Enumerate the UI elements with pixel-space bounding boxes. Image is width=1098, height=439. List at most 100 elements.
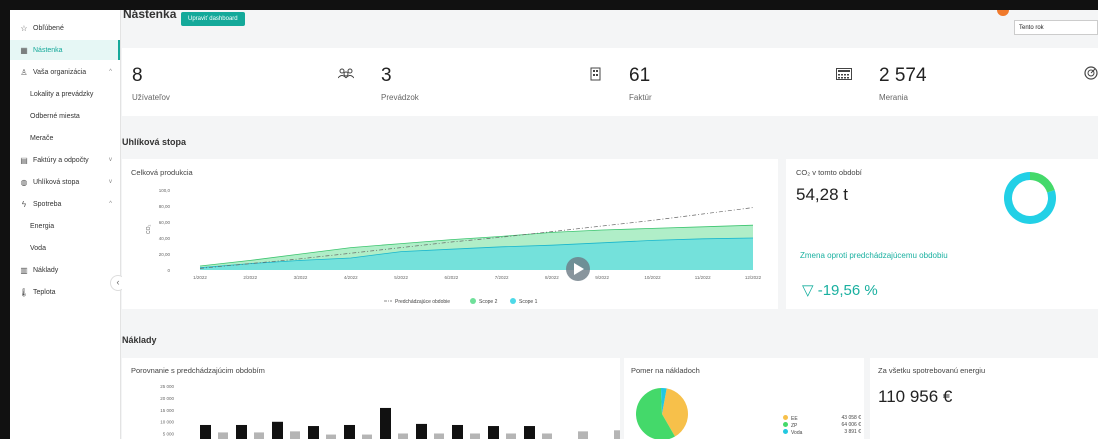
dashboard-icon: ▦ xyxy=(20,45,28,55)
sidebar-item-favorites[interactable]: ☆ Obľúbené xyxy=(10,18,120,38)
x-tick-label: 7/2022 xyxy=(495,275,509,280)
legend-swatch xyxy=(783,422,788,427)
sidebar-item-meters[interactable]: Merače xyxy=(10,128,120,148)
organization-icon: ♙ xyxy=(20,67,28,77)
user-avatar[interactable] xyxy=(997,10,1009,16)
y-tick-label: 80,00 xyxy=(159,204,171,209)
x-tick-label: 5/2022 xyxy=(394,275,408,280)
legend-prev-label: Predchádzajúce obdobie xyxy=(395,299,450,305)
y-tick-label: 5 000 xyxy=(163,432,175,437)
y-tick-label: 10 000 xyxy=(160,420,174,425)
sidebar-item-carbon[interactable]: ◍ Uhlíková stopa v xyxy=(10,172,120,192)
x-tick-label: 4/2022 xyxy=(344,275,358,280)
sidebar-item-energy[interactable]: Energia xyxy=(10,216,120,236)
legend-swatch xyxy=(783,429,788,434)
chevron-up-icon: ^ xyxy=(109,201,112,207)
edit-dashboard-button[interactable]: Upraviť dashboard xyxy=(181,12,245,26)
co2-change-value: ▽ -19,56 % xyxy=(802,282,878,299)
ratio-title: Pomer na nákladoch xyxy=(631,366,700,375)
sidebar-item-consumption[interactable]: ϟ Spotreba ^ xyxy=(10,194,120,214)
kpi-users-label: Užívateľov xyxy=(132,93,170,102)
kpi-invoices-label: Faktúr xyxy=(629,93,652,102)
x-tick-label: 9/2022 xyxy=(595,275,609,280)
bar-current xyxy=(236,424,247,439)
y-tick-label: 25 000 xyxy=(160,384,174,389)
bar-previous xyxy=(218,432,228,439)
bar-previous xyxy=(542,433,552,439)
bar-previous xyxy=(326,434,336,439)
x-tick-label: 6/2022 xyxy=(444,275,458,280)
ratio-pie-chart xyxy=(636,388,688,439)
x-tick-label: 2/2022 xyxy=(243,275,257,280)
bar-previous xyxy=(470,433,480,439)
sidebar-item-organization[interactable]: ♙ Vaša organizácia ^ xyxy=(10,62,120,82)
co2-donut-chart xyxy=(1004,172,1056,224)
sidebar-item-dashboard[interactable]: ▦ Nástenka xyxy=(10,40,120,60)
star-icon: ☆ xyxy=(20,23,28,33)
bar-previous xyxy=(578,431,588,439)
bar-previous xyxy=(254,432,264,439)
gauge-icon xyxy=(1084,66,1098,83)
building-icon xyxy=(590,67,601,84)
x-tick-label: 1/2022 xyxy=(193,275,207,280)
page-title: Nástenka xyxy=(123,10,177,21)
chevron-down-icon: v xyxy=(109,157,112,163)
bar-current xyxy=(452,424,463,439)
legend-value: 64 006 € xyxy=(841,422,861,428)
legend-value: 3 891 € xyxy=(844,429,861,435)
period-select[interactable]: Tento rok xyxy=(1014,20,1098,35)
sidebar-item-temperature[interactable]: 🌡︎ Teplota xyxy=(10,282,120,302)
x-tick-label: 3/2022 xyxy=(294,275,308,280)
bar-current xyxy=(344,424,355,439)
bar-current xyxy=(380,407,391,439)
co2-title: CO₂ v tomto období xyxy=(796,168,862,177)
total-value: 110 956 € xyxy=(878,387,953,406)
ratio-legend-item: ZP 64 006 € xyxy=(783,422,861,429)
co2-donut-slice xyxy=(1030,172,1055,193)
bar-previous xyxy=(506,433,516,439)
bar-previous xyxy=(398,433,408,439)
bar-current xyxy=(200,424,211,439)
x-tick-label: 8/2022 xyxy=(545,275,559,280)
app-frame: ☆ Obľúbené ▦ Nástenka ♙ Vaša organizácia ^ L… xyxy=(10,10,1098,439)
y-tick-label: 100,0 xyxy=(159,188,171,193)
bar-current xyxy=(524,426,535,439)
y-tick-label: 60,00 xyxy=(159,220,171,225)
total-title: Za všetku spotrebovanú energiu xyxy=(878,366,986,375)
carbon-section-title: Uhlíková stopa xyxy=(122,137,187,147)
carbon-chart-title: Celková produkcia xyxy=(131,168,193,177)
bar-previous xyxy=(362,434,372,439)
x-tick-label: 12/2022 xyxy=(745,275,762,280)
legend-value: 43 058 € xyxy=(841,415,861,421)
legend-label: Voda xyxy=(791,430,803,436)
chevron-down-icon: v xyxy=(109,179,112,185)
y-tick-label: 40,00 xyxy=(159,236,171,241)
sidebar-item-invoices[interactable]: ▤ Faktúry a odpočty v xyxy=(10,150,120,170)
sidebar-item-supply-points[interactable]: Odberné miesta xyxy=(10,106,120,126)
sidebar-item-water[interactable]: Voda xyxy=(10,238,120,258)
legend-scope1-swatch xyxy=(510,298,516,304)
kpi-invoices-value: 61 xyxy=(629,65,651,86)
chevron-left-icon: ‹ xyxy=(116,277,120,287)
bar-previous xyxy=(614,430,620,439)
y-tick-label: 20 000 xyxy=(160,396,174,401)
bar-current xyxy=(488,426,499,439)
x-tick-label: 11/2022 xyxy=(695,275,711,280)
sidebar: ☆ Obľúbené ▦ Nástenka ♙ Vaša organizácia ^ L… xyxy=(10,10,126,439)
kpi-sites-value: 3 xyxy=(381,65,392,86)
bar-current xyxy=(308,426,319,439)
bolt-icon: ϟ xyxy=(21,199,27,209)
bar-current xyxy=(272,421,283,439)
costs-section-title: Náklady xyxy=(122,335,157,345)
y-tick-label: 20,00 xyxy=(159,252,171,257)
kpi-users-value: 8 xyxy=(132,65,143,86)
sidebar-item-locations[interactable]: Lokality a prevádzky xyxy=(10,84,120,104)
legend-scope2-swatch xyxy=(470,298,476,304)
compare-title: Porovnanie s predchádzajúcim obdobím xyxy=(131,366,265,375)
bar-chart-icon: ▥ xyxy=(20,265,28,275)
bar-previous xyxy=(290,431,300,439)
chevron-up-icon: ^ xyxy=(109,69,112,75)
calculator-icon xyxy=(836,68,852,83)
sidebar-item-costs[interactable]: ▥ Náklady xyxy=(10,260,120,280)
globe-icon: ◍ xyxy=(20,177,28,187)
